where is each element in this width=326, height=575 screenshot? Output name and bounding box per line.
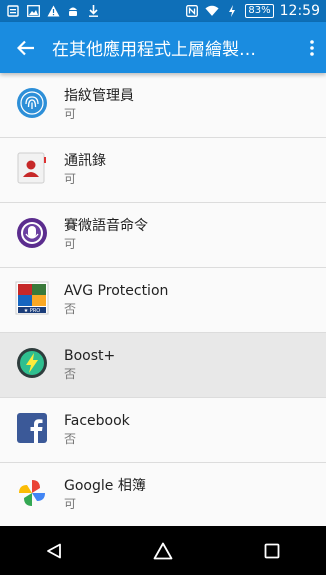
app-list: 指紋管理員 可 通訊錄 可 賽微語音命令 可 ★ PRO AVG Protect… [0, 73, 326, 526]
app-permission-status: 否 [64, 367, 77, 381]
nav-back-button[interactable] [24, 526, 84, 575]
app-name: 通訊錄 [64, 153, 106, 169]
navigation-bar [0, 526, 326, 575]
svg-text:★ PRO: ★ PRO [24, 308, 41, 314]
app-permission-status: 可 [64, 172, 77, 186]
boost-icon [16, 347, 48, 383]
charging-icon [225, 4, 239, 18]
overflow-menu-button[interactable] [298, 22, 326, 73]
home-icon [153, 542, 173, 559]
app-permission-status: 否 [64, 432, 77, 446]
back-button[interactable] [0, 22, 52, 73]
status-bar: 83% 12:59 [0, 0, 326, 22]
warning-icon [46, 4, 60, 18]
app-permission-status: 可 [64, 107, 77, 121]
arrow-back-icon [17, 40, 34, 55]
notification-icon [6, 4, 20, 18]
app-name: Boost+ [64, 348, 116, 364]
list-item[interactable]: 賽微語音命令 可 [0, 203, 326, 268]
app-name: Facebook [64, 413, 130, 429]
google-photos-icon [16, 477, 48, 513]
list-item[interactable]: 指紋管理員 可 [0, 73, 326, 138]
wifi-icon [205, 4, 219, 18]
facebook-icon [17, 413, 47, 447]
triangle-back-icon [47, 543, 62, 558]
app-name: 指紋管理員 [64, 88, 134, 104]
contacts-icon [17, 152, 47, 188]
page-title: 在其他應用程式上層繪製… [52, 40, 256, 60]
app-permission-status: 可 [64, 497, 77, 511]
list-item[interactable]: 通訊錄 可 [0, 138, 326, 203]
list-item[interactable]: Google 相簿 可 [0, 463, 326, 526]
app-name: AVG Protection [64, 283, 169, 299]
app-bar: 在其他應用程式上層繪製… [0, 22, 326, 73]
app-permission-status: 否 [64, 302, 77, 316]
list-item[interactable]: Facebook 否 [0, 398, 326, 463]
image-icon [26, 4, 40, 18]
android-icon [66, 4, 80, 18]
nav-recents-button[interactable] [242, 526, 302, 575]
avg-icon: ★ PRO [15, 281, 49, 319]
square-recents-icon [264, 543, 280, 558]
list-item[interactable]: ★ PRO AVG Protection 否 [0, 268, 326, 333]
list-item[interactable]: Boost+ 否 [0, 333, 326, 398]
battery-level: 83% [245, 4, 274, 18]
fingerprint-icon [16, 87, 48, 123]
nav-home-button[interactable] [133, 526, 193, 575]
more-vert-icon [310, 39, 314, 56]
voice-command-icon [16, 217, 48, 253]
download-icon [86, 4, 100, 18]
app-name: 賽微語音命令 [64, 218, 148, 234]
app-name: Google 相簿 [64, 478, 146, 494]
nfc-icon [185, 4, 199, 18]
app-permission-status: 可 [64, 237, 77, 251]
clock: 12:59 [279, 3, 320, 19]
